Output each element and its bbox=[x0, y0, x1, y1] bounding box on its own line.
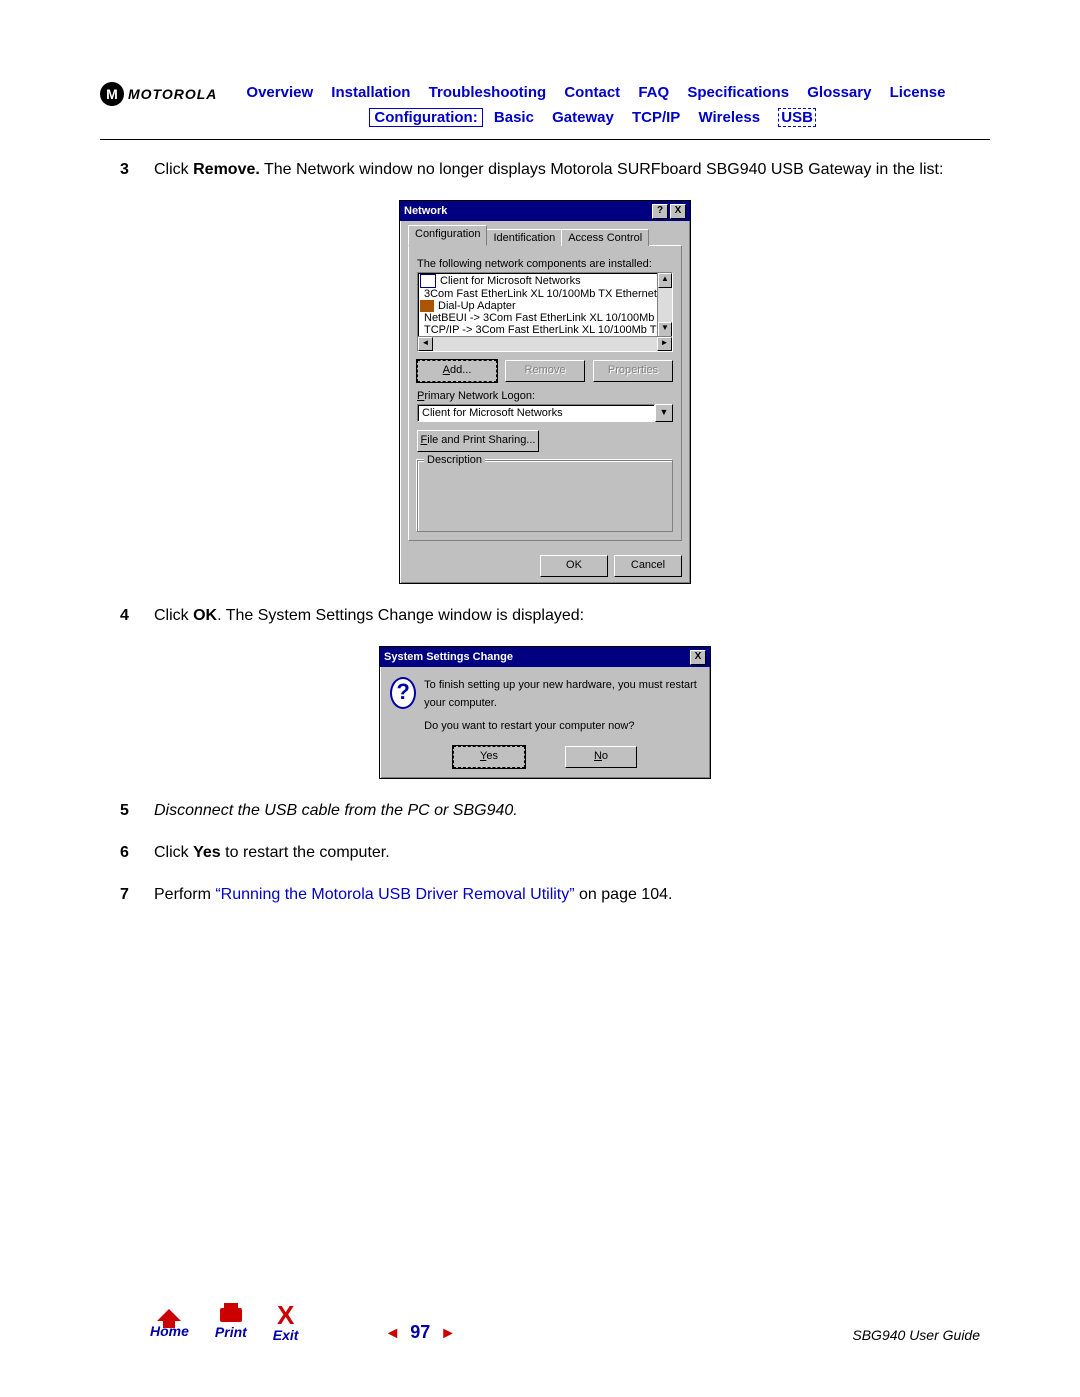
yes-button[interactable]: Yes bbox=[453, 746, 525, 768]
scrollbar-vertical[interactable]: ▲▼ bbox=[657, 273, 672, 337]
list-item[interactable]: NetBEUI -> 3Com Fast EtherLink XL 10/100… bbox=[418, 312, 672, 324]
nav-top: Overview Installation Troubleshooting Co… bbox=[229, 82, 990, 105]
next-page-button[interactable]: ► bbox=[440, 1325, 456, 1342]
nav-troubleshooting[interactable]: Troubleshooting bbox=[429, 84, 547, 101]
titlebar: Network ? X bbox=[400, 201, 690, 221]
step-number: 7 bbox=[120, 883, 154, 907]
remove-button: Remove bbox=[505, 360, 585, 382]
scrollbar-horizontal[interactable]: ◄► bbox=[418, 336, 672, 351]
step-text: Click bbox=[154, 607, 193, 624]
list-item[interactable]: TCP/IP -> 3Com Fast EtherLink XL 10/100M… bbox=[418, 324, 672, 336]
tab-access-control[interactable]: Access Control bbox=[561, 229, 649, 246]
page-number: 97 bbox=[410, 1322, 430, 1342]
print-button[interactable]: Print bbox=[215, 1308, 247, 1340]
system-settings-dialog: System Settings Change X ? To finish set… bbox=[379, 646, 711, 779]
properties-button: Properties bbox=[593, 360, 673, 382]
step-text: Perform bbox=[154, 886, 215, 903]
print-icon bbox=[220, 1308, 242, 1322]
step-text: . The System Settings Change window is d… bbox=[217, 607, 584, 624]
step-link[interactable]: “Running the Motorola USB Driver Removal… bbox=[215, 886, 574, 903]
add-button[interactable]: Add... bbox=[417, 360, 497, 382]
adapter-icon bbox=[420, 300, 434, 312]
nav-gateway[interactable]: Gateway bbox=[552, 109, 614, 126]
step-text: on page 104. bbox=[575, 886, 673, 903]
nav-glossary[interactable]: Glossary bbox=[807, 84, 871, 101]
step-bold: OK bbox=[193, 607, 217, 624]
step-number: 5 bbox=[120, 799, 154, 823]
dialog-line-1: To finish setting up your new hardware, … bbox=[424, 677, 700, 712]
step-bold: Remove. bbox=[193, 161, 260, 178]
components-label: The following network components are ins… bbox=[417, 258, 673, 270]
nav-wireless[interactable]: Wireless bbox=[698, 109, 760, 126]
nav-faq[interactable]: FAQ bbox=[638, 84, 669, 101]
dialog-line-2: Do you want to restart your computer now… bbox=[424, 718, 700, 736]
step-text: to restart the computer. bbox=[221, 844, 390, 861]
step-text: Click bbox=[154, 844, 193, 861]
step-3: 3 Click Remove. The Network window no lo… bbox=[120, 158, 990, 182]
step-5: 5 Disconnect the USB cable from the PC o… bbox=[120, 799, 990, 823]
help-icon[interactable]: ? bbox=[652, 204, 668, 219]
tab-identification[interactable]: Identification bbox=[486, 229, 562, 246]
nav-usb[interactable]: USB bbox=[778, 108, 816, 127]
home-icon bbox=[157, 1309, 181, 1321]
exit-button[interactable]: X Exit bbox=[273, 1305, 299, 1343]
logo-text: MOTOROLA bbox=[128, 86, 217, 102]
motorola-logo: M MOTOROLA bbox=[100, 82, 217, 106]
chevron-down-icon[interactable]: ▼ bbox=[655, 404, 673, 422]
dialog-title: Network bbox=[404, 205, 447, 217]
no-button[interactable]: No bbox=[565, 746, 637, 768]
step-text: Click bbox=[154, 161, 193, 178]
close-icon[interactable]: X bbox=[690, 650, 706, 665]
ok-button[interactable]: OK bbox=[540, 555, 608, 577]
close-icon[interactable]: X bbox=[670, 204, 686, 219]
client-icon bbox=[420, 274, 436, 288]
list-item[interactable]: Dial-Up Adapter bbox=[418, 300, 672, 312]
dialog-title: System Settings Change bbox=[384, 651, 513, 663]
scroll-up-icon[interactable]: ▲ bbox=[658, 273, 672, 288]
nav-contact[interactable]: Contact bbox=[564, 84, 620, 101]
scroll-left-icon[interactable]: ◄ bbox=[418, 337, 433, 351]
cancel-button[interactable]: Cancel bbox=[614, 555, 682, 577]
guide-name: SBG940 User Guide bbox=[852, 1327, 980, 1343]
prev-page-button[interactable]: ◄ bbox=[384, 1325, 400, 1342]
list-item[interactable]: 3Com Fast EtherLink XL 10/100Mb TX Ether… bbox=[418, 288, 672, 300]
logon-dropdown[interactable]: Client for Microsoft Networks ▼ bbox=[417, 404, 673, 422]
nav-basic[interactable]: Basic bbox=[494, 109, 534, 126]
nav-bottom: Configuration: Basic Gateway TCP/IP Wire… bbox=[229, 107, 990, 130]
step-text: Disconnect the USB cable from the PC or … bbox=[154, 799, 990, 823]
exit-icon: X bbox=[277, 1305, 294, 1325]
nav-tcpip[interactable]: TCP/IP bbox=[632, 109, 680, 126]
step-4: 4 Click OK. The System Settings Change w… bbox=[120, 604, 990, 628]
step-6: 6 Click Yes to restart the computer. bbox=[120, 841, 990, 865]
titlebar: System Settings Change X bbox=[380, 647, 710, 667]
description-group: Description bbox=[417, 460, 673, 532]
scroll-right-icon[interactable]: ► bbox=[657, 337, 672, 351]
header-rule bbox=[100, 139, 990, 140]
network-dialog: Network ? X Configuration Identification… bbox=[399, 200, 691, 584]
step-text: The Network window no longer displays Mo… bbox=[260, 161, 944, 178]
logon-label: Primary Network Logon: bbox=[417, 390, 673, 402]
file-share-button[interactable]: File and Print Sharing... bbox=[417, 430, 539, 452]
nav-overview[interactable]: Overview bbox=[246, 84, 313, 101]
scroll-down-icon[interactable]: ▼ bbox=[658, 322, 672, 337]
nav-license[interactable]: License bbox=[890, 84, 946, 101]
question-icon: ? bbox=[390, 677, 416, 709]
nav-specifications[interactable]: Specifications bbox=[687, 84, 789, 101]
step-number: 6 bbox=[120, 841, 154, 865]
description-legend: Description bbox=[424, 454, 485, 466]
step-number: 3 bbox=[120, 158, 154, 182]
exit-label: Exit bbox=[273, 1327, 299, 1343]
nav-installation[interactable]: Installation bbox=[331, 84, 410, 101]
print-label: Print bbox=[215, 1324, 247, 1340]
step-bold: Yes bbox=[193, 844, 221, 861]
step-7: 7 Perform “Running the Motorola USB Driv… bbox=[120, 883, 990, 907]
home-button[interactable]: Home bbox=[150, 1309, 189, 1339]
step-number: 4 bbox=[120, 604, 154, 628]
tab-configuration[interactable]: Configuration bbox=[408, 225, 487, 246]
components-listbox[interactable]: Client for Microsoft Networks 3Com Fast … bbox=[417, 272, 673, 352]
list-item[interactable]: Client for Microsoft Networks bbox=[418, 274, 672, 288]
nav-configuration[interactable]: Configuration: bbox=[369, 108, 482, 127]
logo-mark-icon: M bbox=[100, 82, 124, 106]
logon-value: Client for Microsoft Networks bbox=[417, 404, 655, 422]
